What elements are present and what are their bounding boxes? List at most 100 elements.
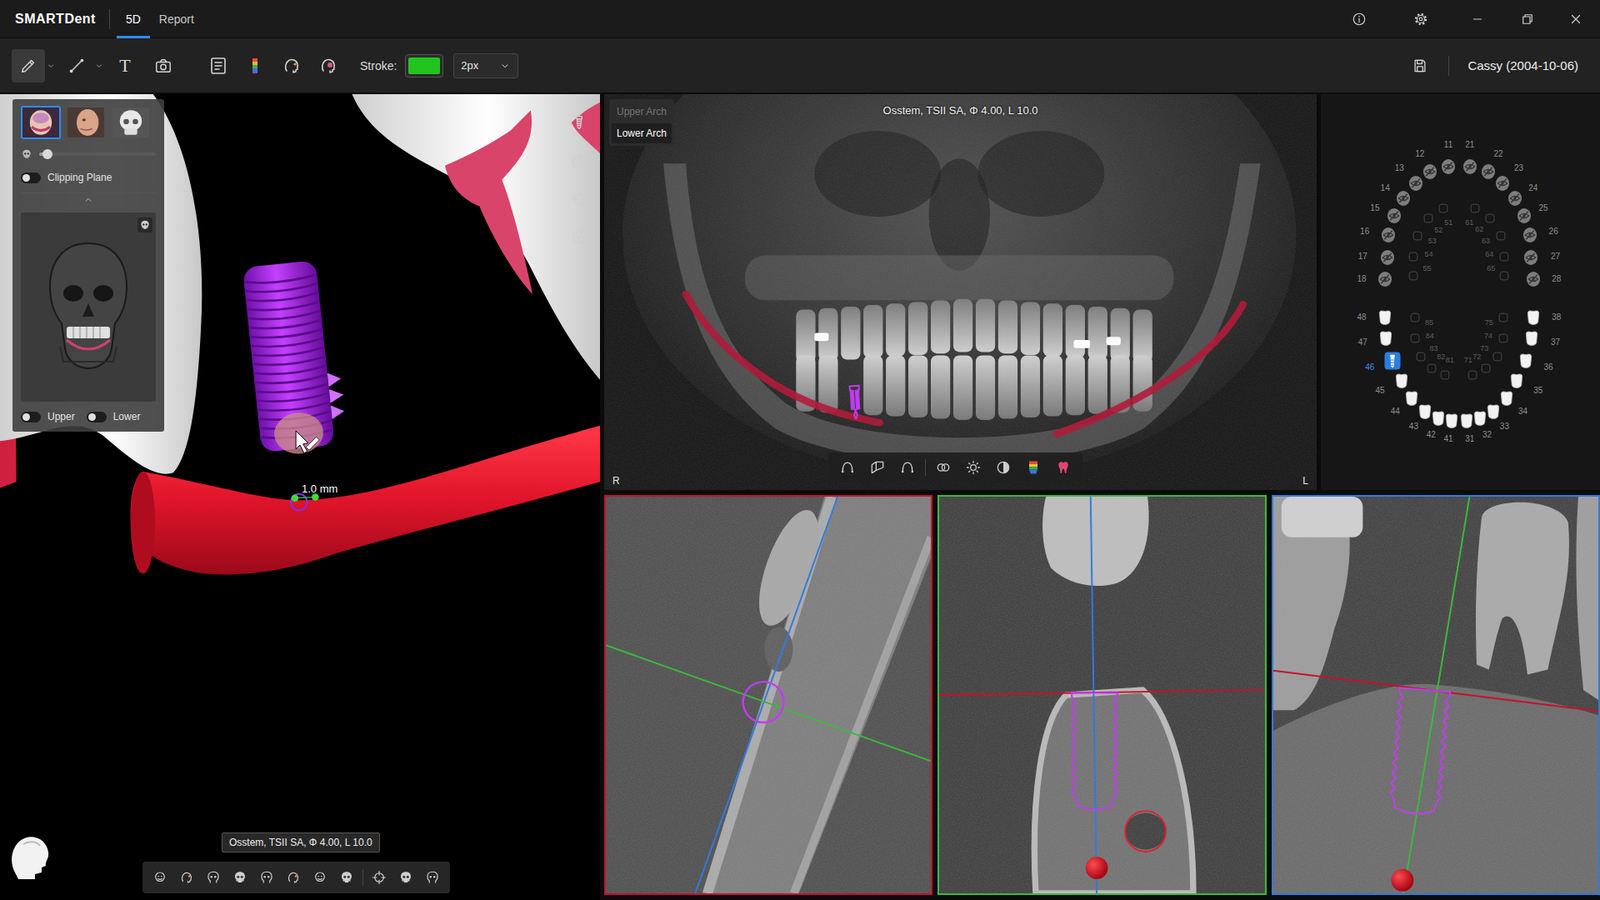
slice-button[interactable] <box>865 455 890 480</box>
tool-menu[interactable] <box>93 60 105 71</box>
orientation-button[interactable] <box>255 865 278 890</box>
slice-view[interactable] <box>1271 495 1600 895</box>
settings-gear-icon[interactable] <box>1413 11 1429 27</box>
tooth-icon[interactable] <box>1055 459 1072 476</box>
close-icon[interactable] <box>1568 11 1584 27</box>
view-mode-thumbnail[interactable] <box>65 105 106 140</box>
color-map-button[interactable] <box>1020 455 1046 480</box>
measure-line-icon[interactable] <box>67 56 86 75</box>
display-button[interactable] <box>368 865 390 890</box>
tooth-button[interactable] <box>1377 270 1394 288</box>
tooth-button[interactable] <box>1378 329 1395 347</box>
tooth-button[interactable] <box>1525 270 1541 288</box>
tooth-button[interactable] <box>1409 332 1421 345</box>
stroke-color-swatch[interactable] <box>405 54 444 78</box>
dropdown-arrow-icon[interactable] <box>94 60 105 71</box>
skull-view-button[interactable] <box>137 217 153 233</box>
orientation-avatar[interactable] <box>6 830 54 881</box>
head-orientation-icon[interactable] <box>281 55 302 76</box>
tooth-button[interactable] <box>1497 311 1510 324</box>
tooth-button[interactable] <box>1461 157 1478 175</box>
head-orientation-button[interactable] <box>275 49 309 83</box>
tooth-button[interactable] <box>1411 230 1424 242</box>
orientation-button[interactable] <box>309 865 331 890</box>
head-orientation-icon[interactable] <box>232 870 248 885</box>
arch-edit-button[interactable] <box>895 455 920 480</box>
orientation-button[interactable] <box>282 865 305 890</box>
report-button[interactable] <box>201 49 235 83</box>
info-button[interactable] <box>1328 0 1390 39</box>
head-region-button[interactable] <box>311 49 345 83</box>
brightness-icon[interactable] <box>965 459 982 476</box>
tooth-button[interactable] <box>1386 206 1403 225</box>
panoramic-view[interactable]: Upper ArchLower ArchOsstem, TSII SA, Φ 4… <box>604 94 1317 490</box>
orientation-button[interactable] <box>175 865 198 890</box>
display-mode-icon[interactable] <box>398 870 414 885</box>
tool-button[interactable]: T <box>108 49 142 83</box>
tooth-button[interactable] <box>1393 372 1410 390</box>
tooth-button[interactable] <box>1506 189 1523 207</box>
tooth-button[interactable] <box>1443 411 1460 430</box>
tooth-button[interactable] <box>1422 212 1435 225</box>
crosshair-button[interactable] <box>566 185 592 213</box>
close-button[interactable] <box>1551 0 1600 39</box>
tooth-button[interactable] <box>1440 157 1457 175</box>
tooth-button[interactable] <box>1439 369 1451 381</box>
nav-tab[interactable]: Report <box>150 0 204 39</box>
tooth-button[interactable] <box>1407 174 1424 192</box>
nav-tab[interactable]: 5D <box>116 0 150 39</box>
tooth-button[interactable] <box>1459 411 1475 430</box>
overlap-icon[interactable] <box>935 459 952 476</box>
head-orientation-icon[interactable] <box>179 870 195 885</box>
tooth-button[interactable] <box>1523 248 1540 266</box>
tooth-button[interactable] <box>1524 329 1540 347</box>
color-bar-icon[interactable] <box>245 55 265 76</box>
arch-edit-icon[interactable] <box>899 459 916 476</box>
dropdown-arrow-icon[interactable] <box>499 60 511 72</box>
implant-icon[interactable] <box>570 114 588 131</box>
head-orientation-icon[interactable] <box>205 870 221 885</box>
implant-button[interactable] <box>566 109 592 136</box>
orientation-button[interactable] <box>149 865 171 890</box>
contrast-button[interactable] <box>990 455 1016 480</box>
chevron-up-icon[interactable] <box>82 194 95 206</box>
head-region-icon[interactable] <box>318 55 339 76</box>
tooth-button[interactable] <box>1379 248 1395 266</box>
tool-button[interactable] <box>60 49 94 83</box>
tooth-button[interactable] <box>1525 309 1541 327</box>
head-orientation-icon[interactable] <box>259 870 275 885</box>
tooth-button[interactable] <box>1403 389 1420 407</box>
pen-icon[interactable] <box>19 56 38 75</box>
skull-icon[interactable] <box>139 219 151 231</box>
tooth-button[interactable] <box>1498 250 1510 263</box>
tooth-button[interactable] <box>1491 350 1504 363</box>
tool-button[interactable] <box>146 49 180 83</box>
tooth-button[interactable] <box>1480 163 1496 181</box>
tooth-button[interactable] <box>1515 206 1532 225</box>
save-icon[interactable] <box>1411 57 1429 75</box>
stroke-width-dropdown[interactable]: 2px <box>453 53 519 79</box>
tooth-button[interactable] <box>1466 369 1479 381</box>
orientation-button[interactable] <box>202 865 225 890</box>
tooth-button[interactable] <box>1395 189 1412 207</box>
restore-icon[interactable] <box>1520 11 1535 27</box>
color-map-icon[interactable] <box>1025 459 1042 476</box>
tooth-button[interactable] <box>1472 410 1489 428</box>
tooth-button[interactable] <box>1422 163 1439 181</box>
tooth-button[interactable] <box>1498 270 1510 282</box>
display-mode-icon[interactable] <box>371 870 387 885</box>
cube-button[interactable] <box>566 224 592 251</box>
info-icon[interactable] <box>1351 11 1367 27</box>
opacity-slider[interactable] <box>39 152 156 156</box>
head-orientation-icon[interactable] <box>285 870 301 885</box>
slice-icon[interactable] <box>869 459 886 476</box>
tooth-button[interactable] <box>1480 362 1492 375</box>
tooth-button[interactable] <box>1469 202 1481 215</box>
tooth-button[interactable] <box>1497 332 1510 345</box>
minimize-button[interactable] <box>1451 0 1504 39</box>
tooth-button[interactable] <box>1050 455 1076 480</box>
display-button[interactable] <box>421 865 444 890</box>
camera-button[interactable] <box>566 147 592 175</box>
overlap-button[interactable] <box>930 455 956 480</box>
tooth-button[interactable] <box>1494 174 1510 192</box>
